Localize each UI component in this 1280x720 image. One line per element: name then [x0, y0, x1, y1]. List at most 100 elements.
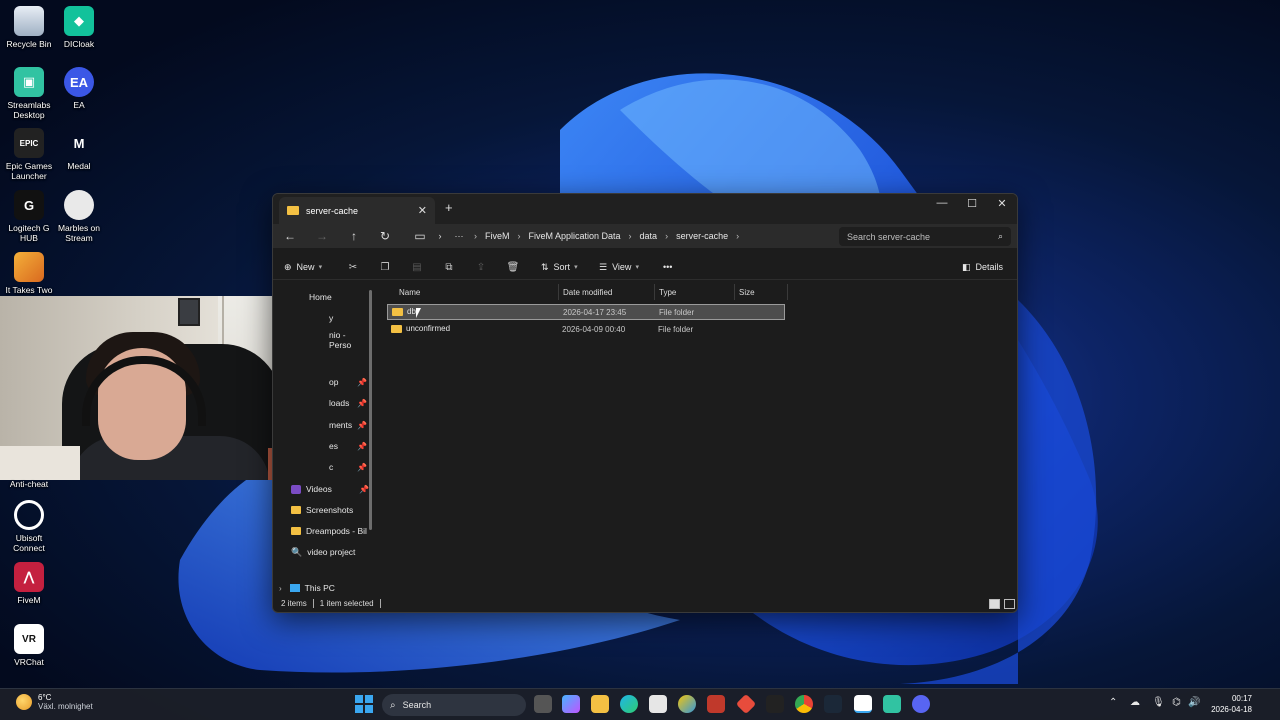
chevron-right-icon[interactable]: › [736, 231, 739, 241]
column-separator[interactable] [734, 284, 735, 300]
green-app-icon[interactable] [854, 695, 872, 713]
desktop-icon-label: Medal [67, 161, 91, 171]
cut-icon[interactable]: ✂ [344, 259, 362, 275]
share-icon[interactable]: ⇪ [472, 259, 490, 275]
wifi-icon[interactable]: ⌬ [1172, 697, 1181, 708]
desktop-icon-logitech[interactable]: G Logitech G HUB [2, 190, 56, 243]
navigation-pane: Home y nio - Perso op 📌 loads 📌 ments 📌 … [273, 282, 373, 602]
column-header-name[interactable]: Name [399, 285, 420, 299]
volume-icon[interactable]: 🔊 [1188, 697, 1200, 708]
new-tab-icon[interactable]: + [445, 200, 453, 215]
tiles-view-icon[interactable] [1004, 599, 1015, 609]
back-icon[interactable]: ← [279, 227, 301, 245]
maximize-icon[interactable]: ☐ [957, 194, 987, 212]
sidebar-item-partial[interactable]: nio - Perso [329, 330, 369, 350]
desktop-icon-vrchat[interactable]: VR VRChat [2, 624, 56, 667]
column-separator[interactable] [654, 284, 655, 300]
breadcrumb-data[interactable]: data [640, 231, 658, 241]
tab-server-cache[interactable]: server-cache ✕ [279, 197, 435, 224]
desktop-icon-medal[interactable]: M Medal [52, 128, 106, 172]
up-icon[interactable]: ↑ [343, 227, 365, 245]
edge-icon[interactable] [620, 695, 638, 713]
desktop-icon-it-takes-two[interactable]: It Takes Two [2, 252, 56, 295]
table-row[interactable]: unconfirmed 2026-04-09 00:40 File folder [387, 322, 785, 338]
desktop-icon-marbles[interactable]: Marbles on Stream [52, 190, 106, 243]
streamlabs-taskbar-icon[interactable] [883, 695, 901, 713]
sidebar-item-partial[interactable]: ments 📌 [329, 416, 367, 434]
view-button[interactable]: ☰ View ▾ [599, 259, 639, 275]
details-pane-icon: ◧ [962, 261, 971, 272]
mcafee-icon[interactable] [707, 695, 725, 713]
task-view-icon[interactable] [534, 695, 552, 713]
window-close-icon[interactable]: ✕ [987, 194, 1017, 212]
more-options-button[interactable]: ••• [663, 259, 672, 275]
start-button[interactable] [355, 695, 373, 713]
discord-icon[interactable] [912, 695, 930, 713]
sidebar-item-home[interactable]: Home [309, 288, 387, 306]
file-explorer-icon[interactable] [591, 695, 609, 713]
sidebar-item-partial[interactable]: c 📌 [329, 458, 367, 476]
sort-button[interactable]: ⇅ Sort ▾ [541, 259, 578, 275]
terminal-app-icon[interactable] [766, 695, 784, 713]
desktop-icon-ubisoft[interactable]: Ubisoft Connect [2, 500, 56, 553]
sidebar-item-this-pc[interactable]: › This PC [279, 579, 357, 597]
sidebar-item-partial[interactable]: y [329, 309, 369, 327]
tab-close-icon[interactable]: ✕ [418, 204, 427, 217]
show-hidden-icons[interactable]: ⌃ [1109, 697, 1117, 708]
table-row[interactable]: db 2026-04-17 23:45 File folder [387, 304, 785, 320]
desktop-icon-anti-cheat[interactable]: Anti-cheat [2, 476, 56, 489]
steam-icon[interactable] [824, 695, 842, 713]
new-button[interactable]: ⊕ New ▾ [284, 259, 322, 275]
copy-icon[interactable]: ❐ [376, 259, 394, 275]
monitor-icon[interactable]: ▭ [409, 227, 431, 245]
taskbar-clock[interactable]: 00:17 2026-04-18 [1206, 693, 1252, 715]
breadcrumb-server-cache[interactable]: server-cache [676, 231, 728, 241]
copilot-icon[interactable] [562, 695, 580, 713]
column-separator[interactable] [787, 284, 788, 300]
breadcrumb-fivem[interactable]: FiveM [485, 231, 510, 241]
paste-icon[interactable]: ▤ [408, 259, 426, 275]
column-header-size[interactable]: Size [739, 285, 755, 299]
desktop-icon-streamlabs[interactable]: ▣ Streamlabs Desktop [2, 67, 56, 120]
desktop-icon-dicloak[interactable]: ◆ DICloak [52, 6, 106, 49]
search-input[interactable]: Search server-cache ⌕ [839, 227, 1011, 246]
desktop-icon-recycle-bin[interactable]: Recycle Bin [2, 6, 56, 49]
desktop-icon-epic[interactable]: EPIC Epic Games Launcher [2, 128, 56, 181]
desktop-icon-fivem[interactable]: ⋀ FiveM [2, 562, 56, 605]
chrome-icon[interactable] [795, 695, 813, 713]
app-icon-multicolor[interactable] [678, 695, 696, 713]
taskbar-search[interactable]: ⌕ Search [382, 694, 526, 716]
chevron-right-icon: › [665, 231, 669, 241]
details-button[interactable]: ◧ Details [962, 259, 1003, 275]
rename-icon[interactable]: ⧉ [440, 259, 458, 275]
store-icon[interactable] [649, 695, 667, 713]
column-header-date[interactable]: Date modified [563, 285, 612, 299]
minimize-icon[interactable]: — [927, 194, 957, 212]
marbles-icon [64, 190, 94, 220]
column-separator[interactable] [558, 284, 559, 300]
sidebar-item-dreampods[interactable]: Dreampods - Bil [291, 522, 369, 540]
column-header-type[interactable]: Type [659, 285, 676, 299]
sidebar-item-partial[interactable]: op 📌 [329, 373, 367, 391]
sidebar-item-partial[interactable]: es 📌 [329, 437, 367, 455]
sidebar-scrollbar[interactable] [369, 290, 372, 530]
details-view-icon[interactable] [989, 599, 1000, 609]
diamond-app-icon[interactable] [735, 693, 757, 715]
sidebar-item-videos[interactable]: Videos 📌 [291, 480, 369, 498]
desktop-icon-label: EA [73, 100, 85, 110]
desktop-icon-label: Ubisoft Connect [13, 533, 45, 553]
overflow-icon[interactable]: ··· [448, 227, 470, 245]
forward-icon[interactable]: → [311, 227, 333, 245]
refresh-icon[interactable]: ↻ [374, 227, 396, 245]
sidebar-item-partial[interactable]: loads 📌 [329, 394, 367, 412]
network-icon[interactable]: ☁ [1130, 697, 1140, 708]
desktop-icon-ea[interactable]: EA EA [52, 67, 106, 110]
sidebar-item-video-project[interactable]: 🔍 video project [291, 543, 369, 561]
desktop-icon-label: VRChat [14, 657, 44, 667]
microphone-icon[interactable]: 🎙 [1152, 697, 1165, 708]
medal-icon: M [73, 135, 85, 151]
weather-widget[interactable]: 6°C Växl. molnighet [16, 693, 93, 711]
delete-icon[interactable]: 🗑 [504, 259, 522, 275]
sidebar-item-screenshots[interactable]: Screenshots [291, 501, 369, 519]
breadcrumb-fivem-application-data[interactable]: FiveM Application Data [529, 231, 621, 241]
